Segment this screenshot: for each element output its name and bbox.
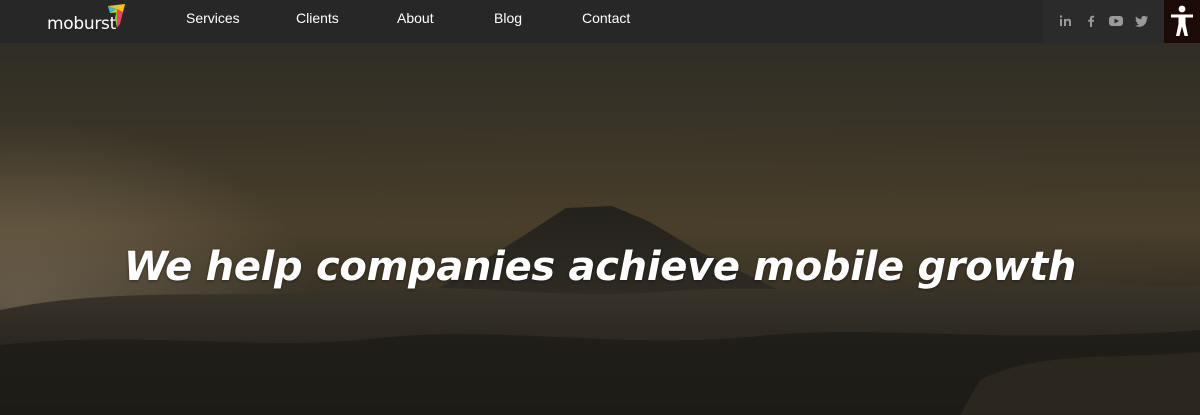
accessibility-button[interactable]: [1164, 0, 1200, 43]
hero-headline: We help companies achieve mobile growth: [123, 244, 1077, 290]
accessibility-icon: [1171, 5, 1193, 36]
nav-link-blog[interactable]: Blog: [494, 10, 522, 26]
social-links: [1043, 0, 1164, 43]
moburst-logo[interactable]: moburst: [47, 4, 129, 36]
logo-mark-icon: [108, 4, 125, 28]
youtube-icon[interactable]: [1107, 12, 1125, 30]
mountain-scene: [0, 206, 1200, 415]
nav-link-about[interactable]: About: [397, 10, 434, 26]
nav-link-services[interactable]: Services: [186, 10, 240, 26]
facebook-icon[interactable]: [1082, 12, 1100, 30]
hero-background: [0, 0, 1200, 415]
linkedin-icon[interactable]: [1057, 12, 1075, 30]
top-navbar: moburst Services Clients About Blog Cont…: [0, 0, 1200, 43]
nav-link-clients[interactable]: Clients: [296, 10, 339, 26]
twitter-icon[interactable]: [1133, 12, 1151, 30]
nav-link-contact[interactable]: Contact: [582, 10, 630, 26]
